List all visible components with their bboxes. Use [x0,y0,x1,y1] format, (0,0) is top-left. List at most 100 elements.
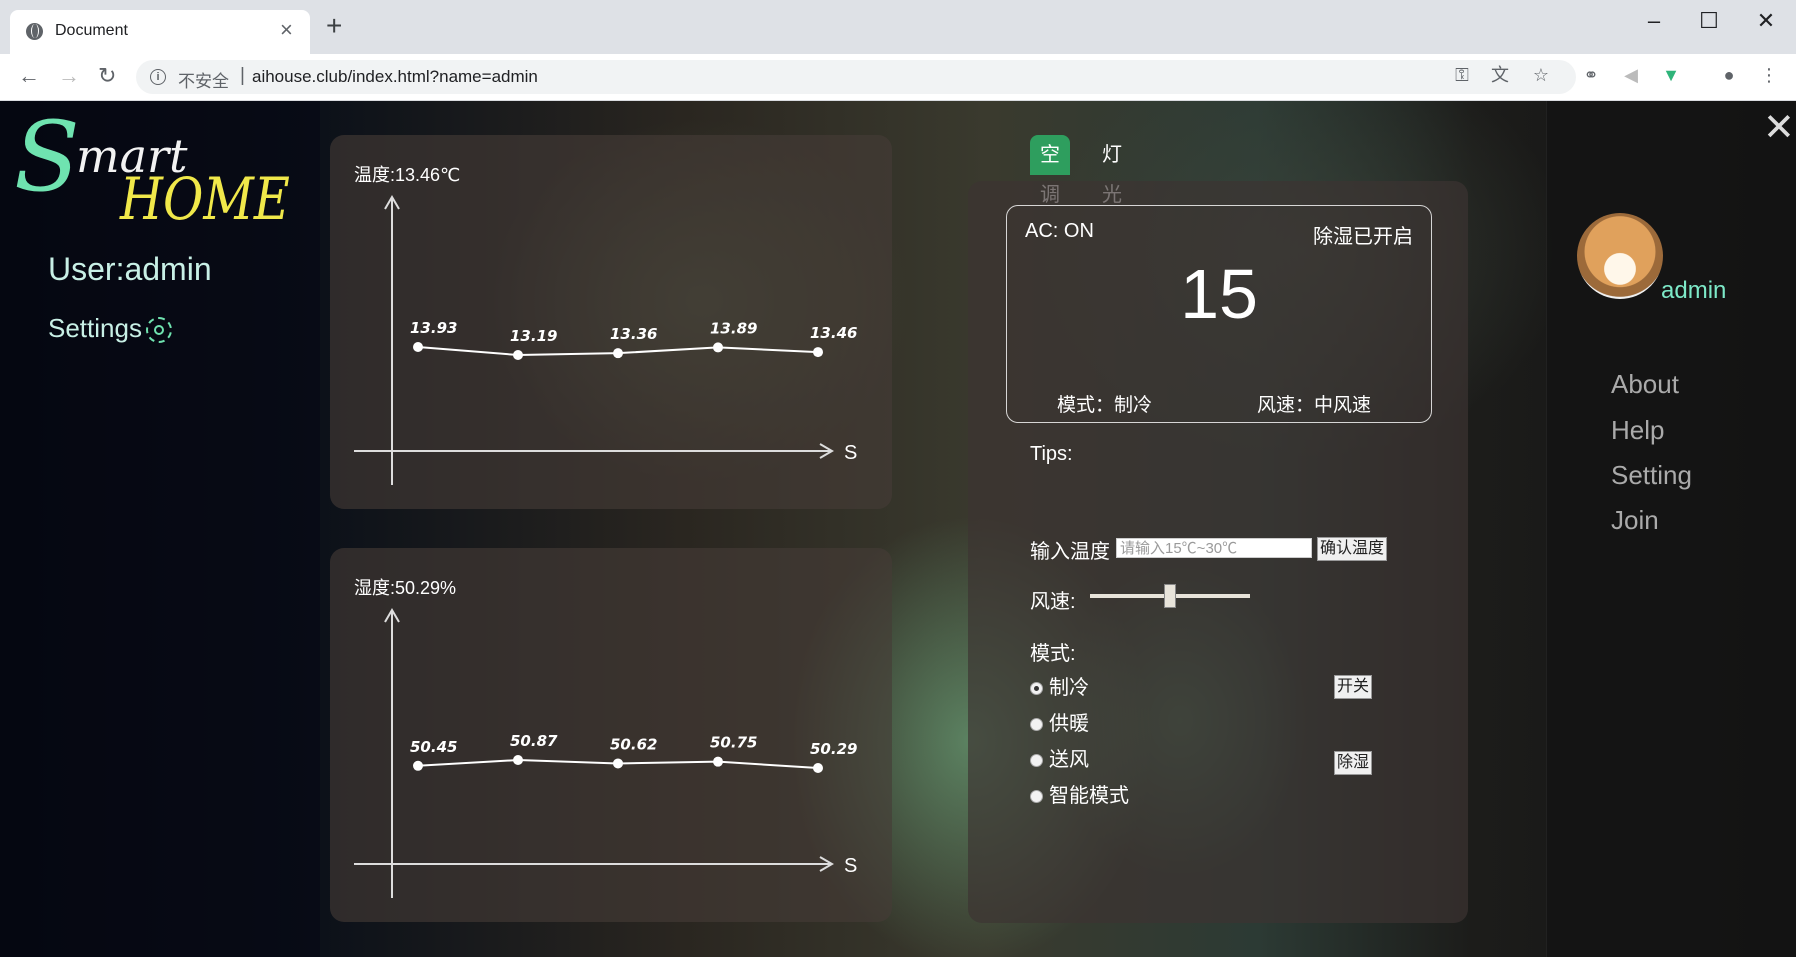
data-point [513,755,523,765]
data-point [813,347,823,358]
profile-icon[interactable]: ● [1718,64,1740,86]
address-bar[interactable]: i 不安全 | aihouse.club/index.html?name=adm… [136,60,1576,94]
translate-icon[interactable]: 文 [1489,64,1511,86]
key-icon[interactable]: ⚿ [1451,64,1473,86]
tips-label: Tips: [1030,443,1073,465]
data-label: 50.87 [510,732,558,750]
temperature-chart-card: 温度:13.46℃ S 13.93 13.19 13.36 13.89 13.46 [330,135,892,509]
gear-icon [145,317,172,344]
volume-icon[interactable]: ◀ [1620,64,1642,86]
window-close-icon[interactable]: ✕ [1746,8,1786,34]
data-label: 13.89 [710,319,757,337]
ac-temperature: 15 [1180,255,1258,333]
humidity-chart: S 50.45 50.87 50.62 50.75 50.29 [354,608,857,898]
mode-option-smart[interactable]: 智能模式 [1030,779,1129,808]
data-point [413,760,423,771]
mode-option-cool[interactable]: 制冷 [1030,671,1089,700]
wind-slider-thumb[interactable] [1164,584,1176,608]
url-separator: | [240,65,245,86]
data-point [413,342,423,352]
temp-input[interactable] [1116,538,1312,558]
humidity-chart-card: 湿度:50.29% S 50.45 50.87 50.62 50.75 50.29 [330,548,892,922]
data-point [713,342,723,353]
mode-option-label: 智能模式 [1049,785,1129,807]
browser-tab[interactable]: Document × [10,10,310,54]
smart-home-logo: S mart HOME [14,101,290,233]
radio-icon[interactable] [1030,718,1043,732]
data-point [713,756,723,767]
ac-power-status: AC: ON [1025,220,1094,242]
reload-icon[interactable]: ↻ [98,63,116,89]
menu-item-join[interactable]: Join [1611,505,1659,536]
tab-ac[interactable]: 空调 [1030,135,1070,206]
data-label: 13.36 [610,325,657,343]
maximize-icon[interactable]: ☐ [1689,8,1729,34]
mode-option-label: 制冷 [1049,677,1089,699]
info-icon[interactable]: i [150,69,166,85]
new-tab-button[interactable]: + [326,12,342,40]
extension-icon[interactable]: ⚭ [1580,64,1602,86]
radio-icon[interactable] [1030,790,1043,804]
menu-item-about[interactable]: About [1611,369,1679,400]
power-toggle-button[interactable]: 开关 [1334,675,1373,699]
ac-panel: AC: ON 除湿已开启 15 模式：制冷 风速：中风速 Tips: 输入温度 … [968,181,1468,923]
temperature-chart: S 13.93 13.19 13.36 13.89 13.46 [354,195,857,485]
x-axis-label: S [844,442,857,464]
mode-label: 模式: [1030,643,1076,665]
dehumidify-status: 除湿已开启 [1313,226,1413,248]
security-label: 不安全 [178,72,229,91]
wind-label: 风速: [1030,591,1076,613]
menu-item-setting[interactable]: Setting [1611,460,1692,491]
dehumidify-button[interactable]: 除湿 [1334,751,1373,775]
forward-icon[interactable]: → [58,63,80,89]
ac-status-box: AC: ON 除湿已开启 15 模式：制冷 风速：中风速 [1006,205,1432,423]
data-point [813,763,823,773]
settings-link[interactable]: Settings [48,313,172,344]
radio-checked-icon[interactable] [1030,682,1043,696]
confirm-temp-button[interactable]: 确认温度 [1317,537,1388,561]
mode-option-label: 送风 [1049,749,1089,771]
browser-tab-bar: Document × + – ☐ ✕ [0,0,1796,54]
back-icon[interactable]: ← [18,63,40,89]
minimize-icon[interactable]: – [1634,8,1674,34]
star-icon[interactable]: ☆ [1530,64,1552,86]
data-label: 13.93 [410,319,457,337]
mode-option-heat[interactable]: 供暖 [1030,707,1089,736]
tab-light[interactable]: 灯光 [1092,135,1132,206]
browser-toolbar: ← → ↻ i 不安全 | aihouse.club/index.html?na… [0,54,1796,101]
logo-letter-s: S [14,101,80,213]
wind-slider[interactable] [1090,584,1250,608]
tab-title: Document [55,22,128,39]
data-label: 50.62 [610,735,657,753]
data-point [613,348,623,359]
menu-item-help[interactable]: Help [1611,415,1664,446]
tab-close-icon[interactable]: × [280,17,293,43]
radio-icon[interactable] [1030,754,1043,768]
user-label: User:admin [48,251,212,287]
data-point [613,758,623,769]
avatar-username: admin [1661,277,1727,304]
avatar[interactable] [1577,213,1663,299]
url-text[interactable]: aihouse.club/index.html?name=admin [252,67,538,87]
data-label: 50.45 [410,738,457,756]
temp-input-label: 输入温度 [1030,541,1110,563]
close-icon[interactable]: ✕ [1763,109,1795,147]
left-sidebar: S mart HOME User:admin Settings [0,101,320,957]
mode-option-label: 供暖 [1049,713,1089,735]
data-label: 13.19 [510,327,557,345]
data-point [513,350,523,360]
data-label: 13.46 [810,324,857,342]
data-label: 50.75 [710,734,757,752]
ac-wind-status: 风速：中风速 [1257,395,1372,416]
mode-option-fan[interactable]: 送风 [1030,743,1089,772]
vue-icon[interactable]: ▼ [1660,64,1682,86]
x-axis-label: S [844,855,857,877]
right-sidebar: ✕ admin About Help Setting Join [1546,101,1796,957]
ac-mode-status: 模式：制冷 [1057,395,1153,416]
settings-label: Settings [48,313,142,343]
globe-icon [26,23,43,40]
data-label: 50.29 [810,740,857,758]
logo-home: HOME [120,165,290,233]
page-body: S mart HOME User:admin Settings 温度:13.46… [0,101,1796,957]
menu-icon[interactable]: ⋮ [1758,64,1780,86]
